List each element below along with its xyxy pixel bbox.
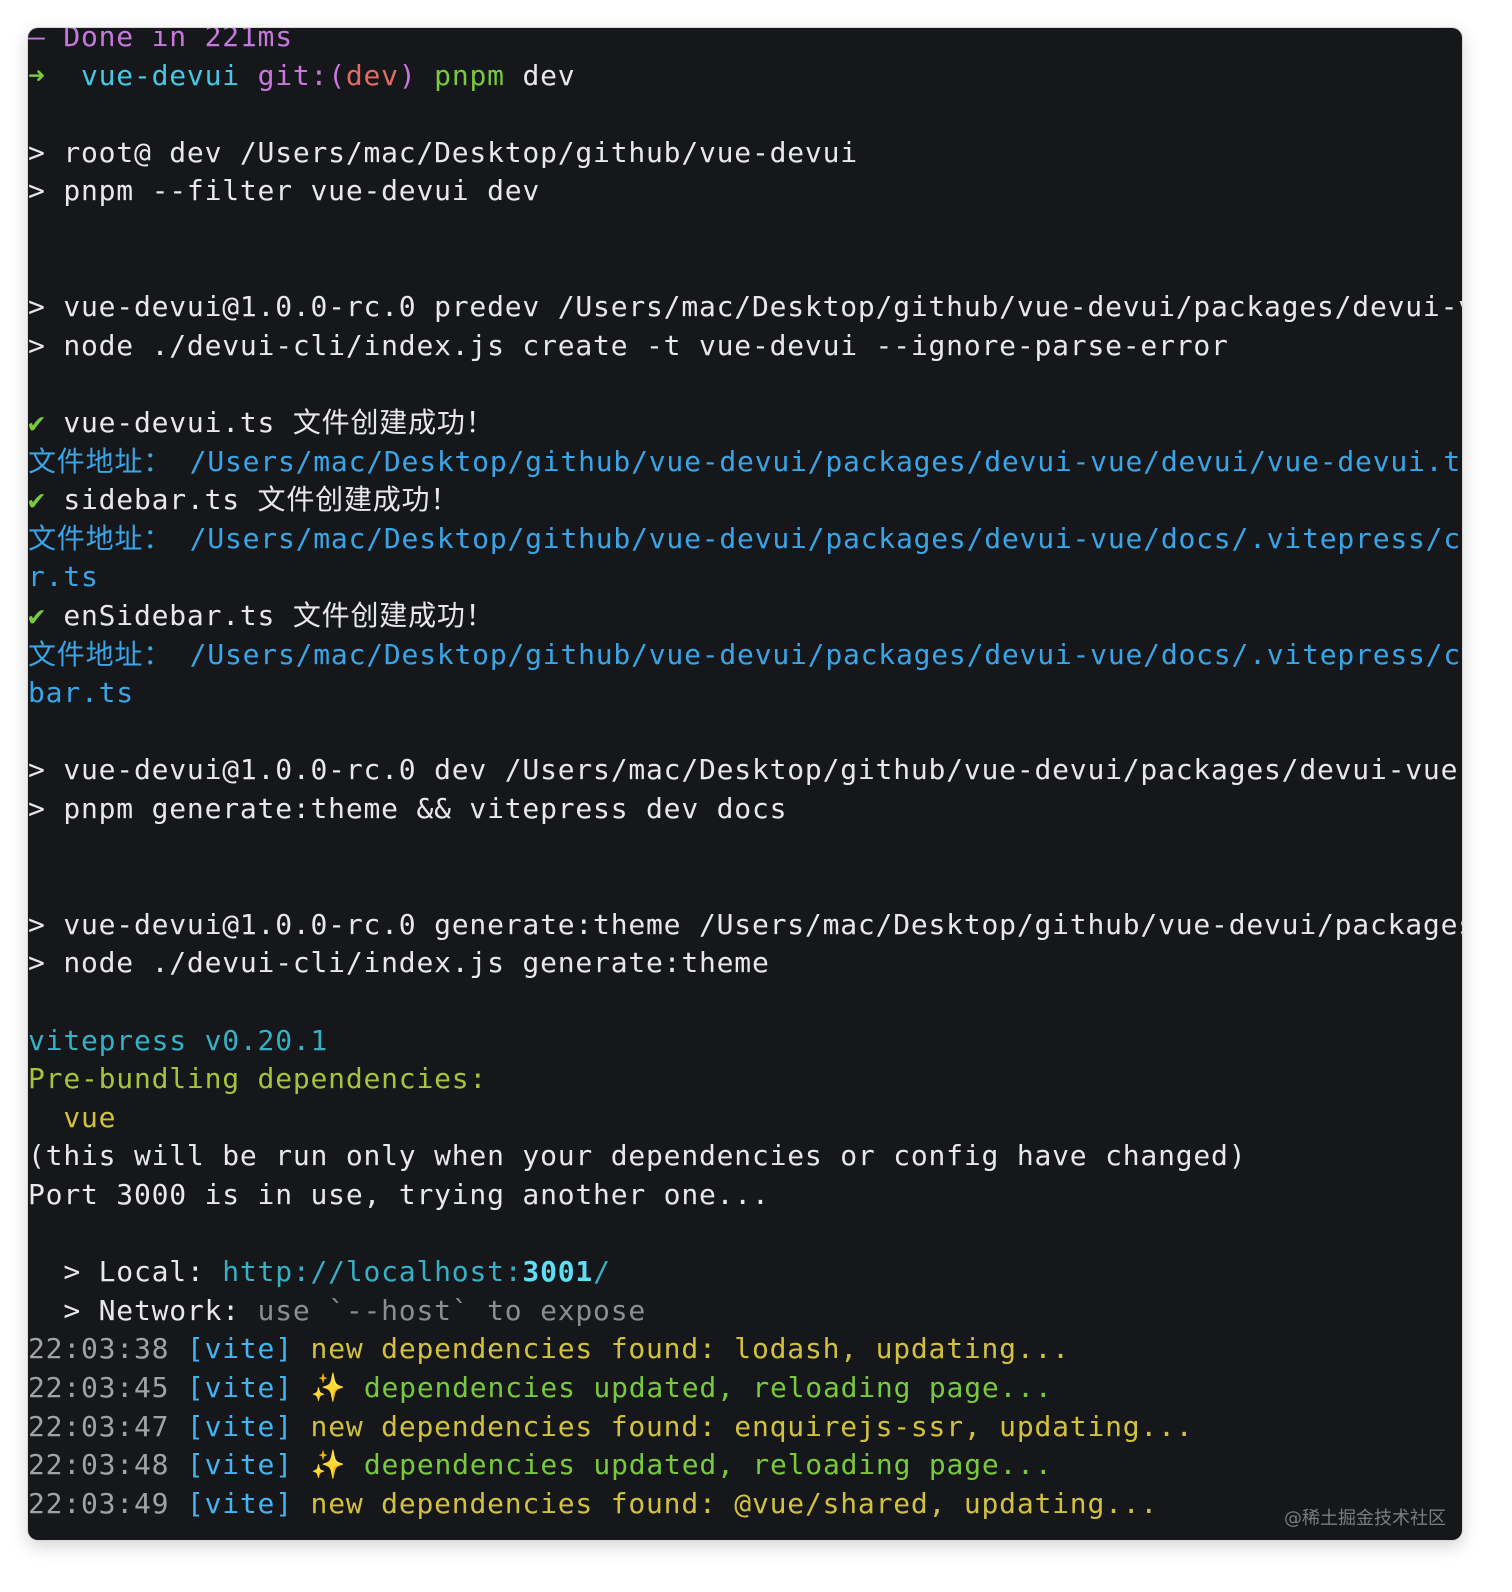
terminal-text-segment: 22:03:48	[28, 1448, 187, 1482]
watermark: @稀土掘金技术社区	[1284, 1508, 1446, 1529]
terminal-text-segment: vitepress v0.20.1	[28, 1023, 329, 1057]
terminal-line: > node ./devui-cli/index.js generate:the…	[28, 944, 770, 982]
terminal-line: 22:03:38 [vite] new dependencies found: …	[28, 1330, 1070, 1368]
terminal-text-segment: )	[398, 58, 435, 92]
terminal-text-segment: dependencies updated, reloading page...	[363, 1448, 1053, 1482]
terminal-text-segment: > vue-devui@1.0.0-rc.0 dev /Users/mac/De…	[28, 753, 1459, 787]
terminal-text-segment: — Done in 221ms	[28, 28, 293, 53]
terminal-line: vue	[28, 1099, 116, 1137]
terminal-text-segment: Port 3000 is in use, trying another one.…	[28, 1178, 770, 1211]
terminal-text-segment: pnpm	[434, 58, 505, 92]
terminal-output: — Done in 221ms ➜ vue-devui git:(dev) pnp…	[28, 28, 1462, 1540]
terminal-line: ✔ sidebar.ts 文件创建成功！	[28, 481, 459, 519]
terminal-text-segment: > pnpm generate:theme && vitepress dev d…	[28, 792, 788, 825]
terminal-line: > node ./devui-cli/index.js create -t vu…	[28, 327, 1229, 365]
terminal-text-segment: ✨	[310, 1371, 364, 1404]
terminal-line: > root@ dev /Users/mac/Desktop/github/vu…	[28, 134, 858, 172]
terminal-text-segment: ✔	[28, 483, 64, 517]
terminal-text-segment: http://localhost:	[222, 1255, 523, 1289]
terminal-text-segment: > Local:	[28, 1255, 223, 1289]
terminal-text-segment: vue	[28, 1100, 117, 1134]
terminal-text-segment: 22:03:49	[28, 1486, 187, 1520]
terminal-text-segment: dev	[504, 58, 576, 92]
terminal-text-segment: ✔	[28, 406, 64, 439]
terminal-window[interactable]: — Done in 221ms ➜ vue-devui git:(dev) pnp…	[28, 28, 1462, 1540]
terminal-line: > pnpm --filter vue-devui dev	[28, 172, 540, 210]
terminal-text-segment: r.ts	[28, 560, 99, 594]
terminal-line: 文件地址： /Users/mac/Desktop/github/vue-devu…	[28, 636, 1462, 674]
terminal-text-segment: dependencies updated, reloading page...	[363, 1371, 1053, 1404]
terminal-text-segment: vue-devui	[80, 58, 258, 92]
terminal-line: > vue-devui@1.0.0-rc.0 dev /Users/mac/De…	[28, 751, 1458, 789]
terminal-text-segment: > pnpm --filter vue-devui dev	[28, 174, 541, 208]
terminal-text-segment: 文件地址： /Users/mac/Desktop/github/vue-devu…	[28, 637, 1462, 671]
terminal-line: 22:03:49 [vite] new dependencies found: …	[28, 1485, 1158, 1523]
terminal-text-segment: 文件地址： /Users/mac/Desktop/github/vue-devu…	[28, 444, 1462, 478]
terminal-line: > Local: http://localhost:3001/	[28, 1253, 611, 1291]
terminal-line: > vue-devui@1.0.0-rc.0 predev /Users/mac…	[28, 288, 1462, 326]
terminal-text-segment: bar.ts	[28, 676, 134, 710]
terminal-text-segment: 3001	[522, 1255, 594, 1289]
terminal-line: ✔ enSidebar.ts 文件创建成功！	[28, 597, 494, 635]
terminal-text-segment: git:(	[257, 58, 346, 92]
terminal-text-segment: > vue-devui@1.0.0-rc.0 generate:theme /U…	[28, 907, 1462, 941]
terminal-text-segment: use `--host` to expose	[257, 1293, 647, 1327]
terminal-line: 文件地址： /Users/mac/Desktop/github/vue-devu…	[28, 443, 1462, 481]
terminal-text-segment: [vite]	[186, 1371, 311, 1404]
terminal-text-segment: enSidebar.ts 文件创建成功！	[63, 599, 495, 632]
terminal-text-segment: dev	[345, 58, 399, 92]
terminal-text-segment: Pre-bundling dependencies:	[28, 1062, 488, 1096]
terminal-text-segment: sidebar.ts 文件创建成功！	[63, 483, 460, 517]
terminal-text-segment: new dependencies found: @vue/shared, upd…	[310, 1486, 1159, 1520]
terminal-text-segment: (this will be run only when your depende…	[28, 1139, 1247, 1173]
terminal-text-segment: ✨	[310, 1448, 364, 1482]
terminal-text-segment: > vue-devui@1.0.0-rc.0 predev /Users/mac…	[28, 290, 1462, 324]
terminal-line: ✔ vue-devui.ts 文件创建成功！	[28, 404, 494, 442]
terminal-line: r.ts	[28, 558, 99, 596]
terminal-text-segment: [vite]	[186, 1448, 311, 1482]
terminal-line: 22:03:47 [vite] new dependencies found: …	[28, 1408, 1193, 1446]
terminal-text-segment: [vite]	[186, 1409, 311, 1443]
terminal-text-segment: 22:03:47	[28, 1409, 187, 1443]
terminal-text-segment: 22:03:45	[28, 1371, 187, 1404]
terminal-line: (this will be run only when your depende…	[28, 1137, 1246, 1175]
terminal-text-segment: new dependencies found: lodash, updating…	[310, 1332, 1070, 1366]
terminal-text-segment: vue-devui.ts 文件创建成功！	[63, 406, 495, 439]
terminal-line: — Done in 221ms	[28, 28, 293, 56]
terminal-text-segment: [vite]	[186, 1486, 311, 1520]
terminal-line: vitepress v0.20.1	[28, 1022, 328, 1060]
terminal-text-segment: ✔	[28, 599, 64, 632]
terminal-line: 22:03:48 [vite] ✨ dependencies updated, …	[28, 1446, 1053, 1484]
terminal-line: bar.ts	[28, 674, 134, 712]
terminal-text-segment: > Network:	[28, 1293, 258, 1327]
terminal-text-segment: [vite]	[186, 1332, 311, 1366]
terminal-text-segment: 文件地址： /Users/mac/Desktop/github/vue-devu…	[28, 521, 1462, 555]
terminal-text-segment: 22:03:38	[28, 1332, 187, 1366]
terminal-line: 22:03:45 [vite] ✨ dependencies updated, …	[28, 1369, 1053, 1407]
terminal-line: > vue-devui@1.0.0-rc.0 generate:theme /U…	[28, 906, 1462, 944]
terminal-text-segment: /	[593, 1255, 611, 1289]
terminal-line: Pre-bundling dependencies:	[28, 1060, 487, 1098]
terminal-line: > Network: use `--host` to expose	[28, 1292, 646, 1330]
terminal-text-segment: > root@ dev /Users/mac/Desktop/github/vu…	[28, 135, 858, 169]
terminal-line: Port 3000 is in use, trying another one.…	[28, 1176, 770, 1214]
terminal-line: 文件地址： /Users/mac/Desktop/github/vue-devu…	[28, 520, 1462, 558]
terminal-text-segment: new dependencies found: enquirejs-ssr, u…	[310, 1409, 1194, 1443]
terminal-line: ➜ vue-devui git:(dev) pnpm dev	[28, 57, 575, 95]
terminal-text-segment: > node ./devui-cli/index.js create -t vu…	[28, 328, 1229, 362]
terminal-text-segment: ➜	[28, 58, 81, 92]
terminal-text-segment: > node ./devui-cli/index.js generate:the…	[28, 946, 770, 980]
terminal-line: > pnpm generate:theme && vitepress dev d…	[28, 790, 787, 828]
